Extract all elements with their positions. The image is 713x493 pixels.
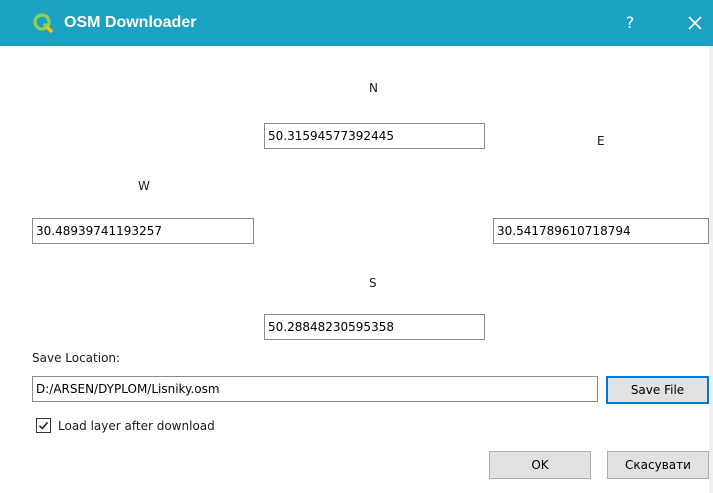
west-label: W bbox=[138, 179, 150, 193]
north-label: N bbox=[369, 81, 378, 95]
help-button[interactable]: ? bbox=[616, 10, 644, 36]
west-input[interactable] bbox=[32, 218, 254, 244]
east-label: E bbox=[597, 134, 605, 148]
cancel-button[interactable]: Скасувати bbox=[607, 451, 709, 479]
save-file-button[interactable]: Save File bbox=[606, 376, 709, 404]
ok-button[interactable]: OK bbox=[489, 451, 591, 479]
window-edge bbox=[709, 46, 713, 493]
east-input[interactable] bbox=[493, 218, 709, 244]
north-input[interactable] bbox=[264, 123, 485, 149]
load-layer-label[interactable]: Load layer after download bbox=[58, 418, 215, 434]
osm-downloader-dialog: OSM Downloader ? N E W S Save Location: … bbox=[0, 0, 713, 493]
qgis-icon bbox=[32, 12, 54, 34]
window-title: OSM Downloader bbox=[64, 14, 197, 31]
south-label: S bbox=[369, 276, 377, 290]
title-bar[interactable]: OSM Downloader ? bbox=[0, 0, 713, 46]
load-layer-checkbox[interactable] bbox=[36, 418, 51, 433]
checkmark-icon bbox=[38, 421, 49, 430]
south-input[interactable] bbox=[264, 314, 485, 340]
save-location-label: Save Location: bbox=[32, 351, 121, 365]
close-icon[interactable] bbox=[682, 10, 708, 36]
save-path-input[interactable] bbox=[32, 376, 598, 402]
